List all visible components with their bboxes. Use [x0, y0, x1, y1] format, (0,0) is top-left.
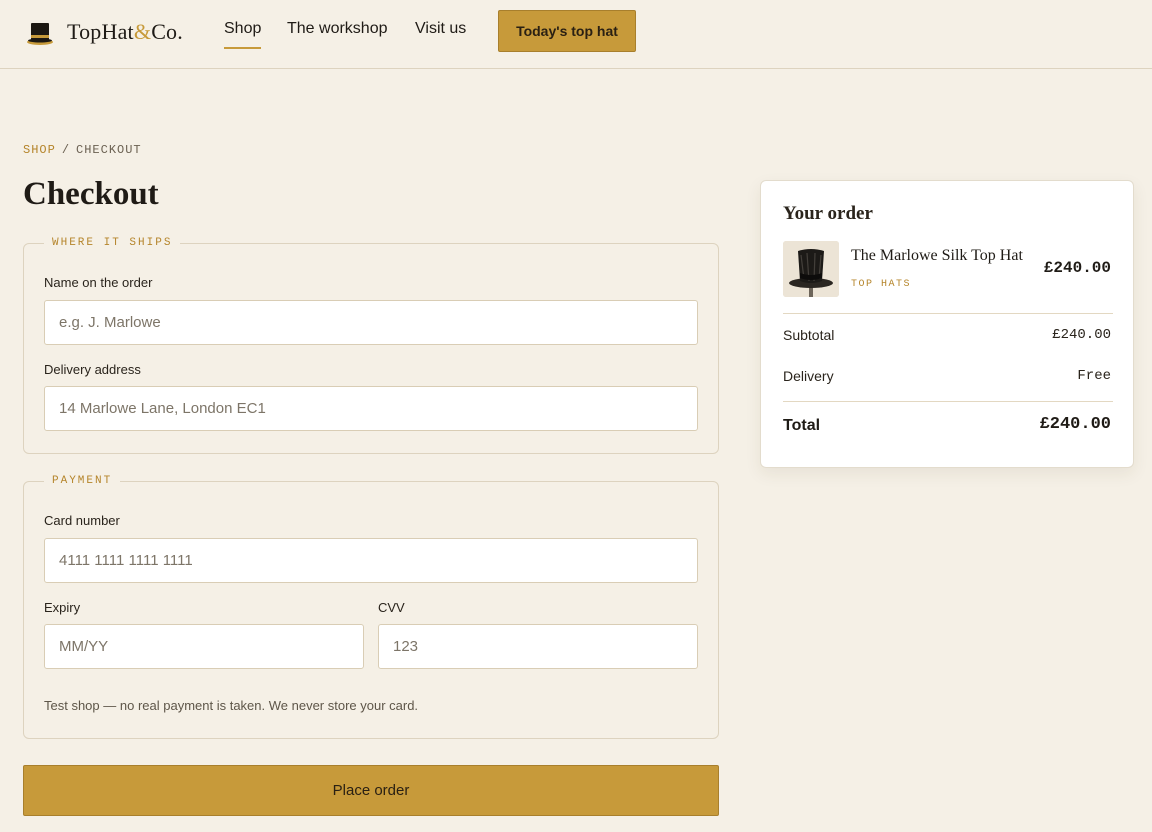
nav-shop[interactable]: Shop: [224, 19, 262, 49]
todays-top-hat-button[interactable]: Today's top hat: [498, 10, 636, 52]
delivery-label: Delivery: [783, 368, 834, 384]
name-input[interactable]: [44, 300, 698, 345]
place-order-button[interactable]: Place order: [23, 765, 719, 816]
expiry-input[interactable]: [44, 624, 364, 669]
payment-hint: Test shop — no real payment is taken. We…: [44, 698, 419, 713]
breadcrumb-shop-link[interactable]: SHOP: [23, 143, 56, 157]
brand-name: TopHat&Co.: [67, 19, 183, 44]
subtotal-value: £240.00: [1052, 327, 1111, 343]
breadcrumb: SHOP / CHECKOUT: [23, 143, 142, 157]
top-hat-icon: [27, 23, 53, 45]
payment-section: PAYMENT Card number Expiry CVV Test shop…: [23, 475, 719, 739]
total-divider: [783, 401, 1113, 402]
brand-logo[interactable]: TopHat&Co.: [25, 17, 183, 47]
cvv-input[interactable]: [378, 624, 698, 669]
shipping-legend: WHERE IT SHIPS: [44, 237, 181, 249]
shipping-section: WHERE IT SHIPS Name on the order Deliver…: [23, 237, 719, 454]
delivery-value: Free: [1077, 368, 1111, 384]
nav-the-workshop[interactable]: The workshop: [287, 19, 388, 49]
expiry-label: Expiry: [44, 600, 81, 615]
card-number-input[interactable]: [44, 538, 698, 583]
product-category: TOP HATS: [851, 279, 912, 290]
product-name: The Marlowe Silk Top Hat: [851, 247, 1023, 264]
site-header: TopHat&Co. Shop The workshop Visit us To…: [0, 0, 1152, 69]
product-image: [783, 241, 839, 297]
address-input[interactable]: [44, 386, 698, 431]
summary-divider: [783, 313, 1113, 314]
order-summary: Your order The Marlowe Silk Top Hat TOP …: [760, 180, 1134, 468]
subtotal-label: Subtotal: [783, 327, 835, 343]
card-number-label: Card number: [44, 513, 120, 528]
total-label: Total: [783, 417, 821, 434]
total-value: £240.00: [1039, 415, 1111, 434]
address-label: Delivery address: [44, 362, 141, 377]
page-title: Checkout: [23, 176, 159, 212]
order-title: Your order: [783, 203, 873, 224]
nav-visit-us[interactable]: Visit us: [415, 19, 466, 49]
breadcrumb-current: CHECKOUT: [76, 143, 142, 157]
product-price: £240.00: [1043, 259, 1111, 277]
payment-legend: PAYMENT: [44, 475, 121, 487]
name-label: Name on the order: [44, 275, 153, 290]
top-hat-photo: [783, 241, 839, 297]
breadcrumb-separator: /: [61, 143, 71, 157]
cvv-label: CVV: [378, 600, 405, 615]
